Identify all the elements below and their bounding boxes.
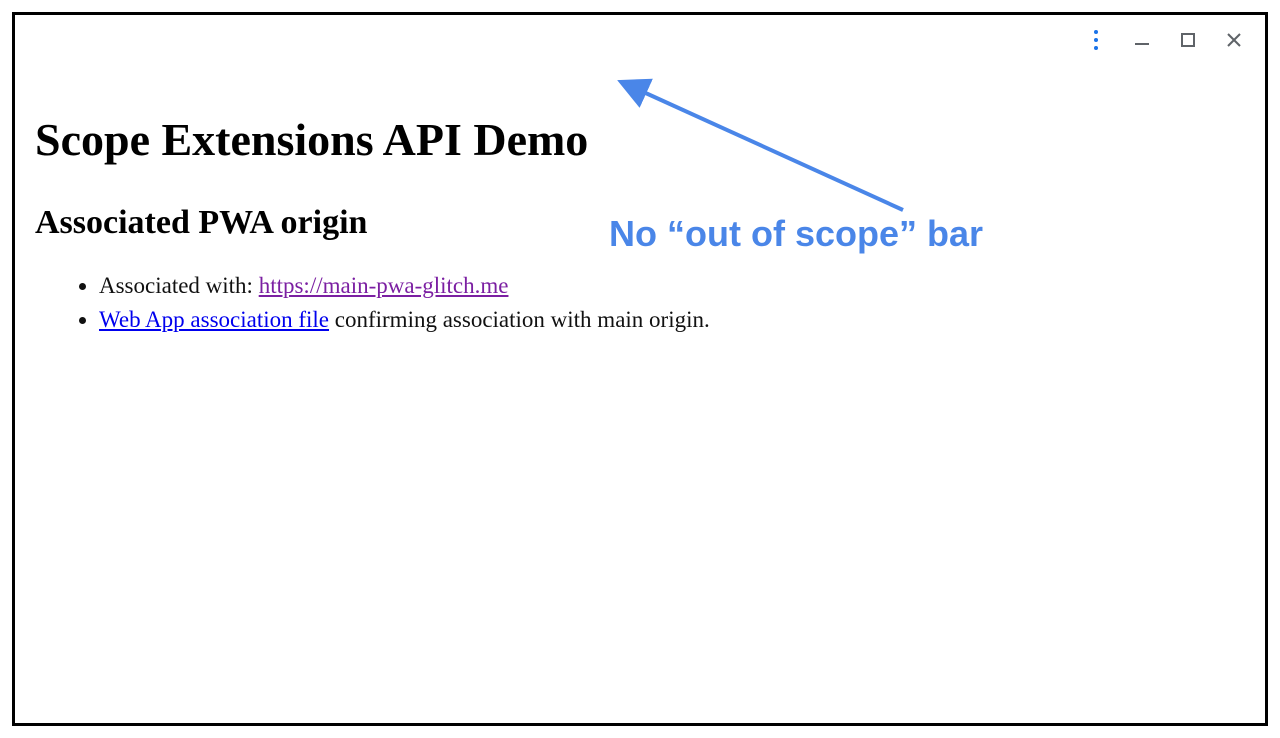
association-file-link[interactable]: Web App association file <box>99 307 329 332</box>
association-list: Associated with: https://main-pwa-glitch… <box>35 270 1245 336</box>
list-item: Associated with: https://main-pwa-glitch… <box>99 270 1245 302</box>
list-item-suffix: confirming association with main origin. <box>329 307 710 332</box>
minimize-button[interactable] <box>1131 29 1153 51</box>
close-button[interactable] <box>1223 29 1245 51</box>
annotation-label: No “out of scope” bar <box>609 213 983 255</box>
list-item-prefix: Associated with: <box>99 273 259 298</box>
associated-origin-link[interactable]: https://main-pwa-glitch.me <box>259 273 509 298</box>
window-titlebar <box>15 15 1265 65</box>
app-window: Scope Extensions API Demo Associated PWA… <box>12 12 1268 726</box>
kebab-menu-icon[interactable] <box>1085 29 1107 51</box>
page-title: Scope Extensions API Demo <box>35 113 1245 166</box>
maximize-button[interactable] <box>1177 29 1199 51</box>
list-item: Web App association file confirming asso… <box>99 304 1245 336</box>
